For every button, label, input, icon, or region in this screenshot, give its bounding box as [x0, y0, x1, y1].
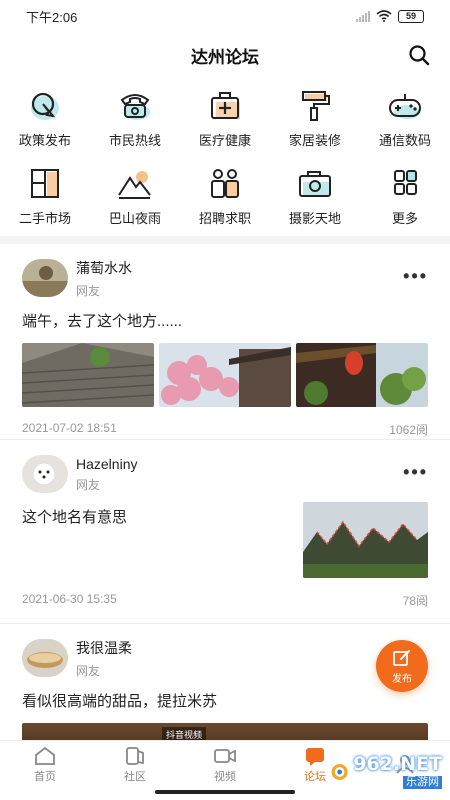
grid-icon — [385, 166, 425, 202]
tab-label: 社区 — [124, 770, 146, 783]
post-author-row: Hazelniny 网友 — [22, 440, 428, 500]
more-options-icon[interactable]: ••• — [403, 462, 428, 483]
category-policy[interactable]: 政策发布 — [0, 84, 90, 162]
post-views: 78阅 — [402, 594, 428, 608]
video-overlay-label: 抖音视频 — [162, 727, 207, 740]
post-author-row: 我很温柔 网友 — [22, 624, 428, 684]
category-label: 招聘求职 — [198, 211, 251, 226]
forum-icon — [306, 747, 324, 766]
author-meta: 我很温柔 网友 — [76, 638, 132, 679]
author-role: 网友 — [76, 663, 101, 678]
author-name[interactable]: Hazelniny — [76, 456, 137, 472]
video-icon — [214, 748, 236, 763]
post-card[interactable]: Hazelniny 网友 ••• 这个地名有意思 2021-06-30 15:3… — [0, 440, 450, 624]
avatar[interactable] — [22, 455, 68, 493]
battery-indicator: 59 — [398, 9, 424, 23]
post-text: 这个地名有意思 — [22, 509, 128, 526]
author-meta: Hazelniny 网友 — [76, 456, 137, 493]
category-label: 二手市场 — [18, 211, 71, 226]
author-role: 网友 — [76, 477, 101, 492]
status-time: 下午2:06 — [26, 9, 78, 25]
home-indicator — [155, 790, 295, 794]
tab-home[interactable]: 首页 — [0, 741, 90, 788]
category-label: 政策发布 — [18, 133, 71, 148]
mountain-icon — [115, 166, 155, 202]
publish-label: 发布 — [392, 673, 412, 685]
post-author-row: 蒲萄水水 网友 — [22, 244, 428, 304]
post-image[interactable] — [159, 343, 291, 407]
category-bashan-rain[interactable]: 巴山夜雨 — [90, 162, 180, 240]
medical-kit-icon — [205, 88, 245, 124]
tab-label: 视频 — [214, 770, 236, 783]
post-views: 1062阅 — [389, 423, 428, 437]
status-indicators: 59 — [356, 9, 424, 23]
category-decoration[interactable]: 家居装修 — [270, 84, 360, 162]
app-header: 达州论坛 — [0, 32, 450, 78]
tab-community[interactable]: 社区 — [90, 741, 180, 788]
policy-icon — [25, 88, 65, 124]
author-name[interactable]: 我很温柔 — [76, 638, 132, 658]
avatar[interactable] — [22, 639, 68, 677]
camera-icon — [295, 166, 335, 202]
post-images — [22, 343, 428, 407]
category-label: 摄影天地 — [288, 211, 341, 226]
signal-icon — [356, 10, 370, 22]
category-label: 更多 — [391, 211, 418, 226]
people-icon — [205, 166, 245, 202]
post-text: 看似很高端的甜品，提拉米苏 — [22, 693, 218, 710]
post-date: 2021-07-02 18:51 — [22, 421, 117, 435]
author-role: 网友 — [76, 283, 101, 298]
category-photography[interactable]: 摄影天地 — [270, 162, 360, 240]
category-label: 通信数码 — [378, 133, 431, 148]
publish-button[interactable]: 发布 — [376, 640, 428, 692]
category-digital[interactable]: 通信数码 — [360, 84, 450, 162]
watermark-domain: 962.NET — [353, 753, 442, 775]
watermark-logo-icon — [331, 763, 348, 781]
tab-label: 首页 — [34, 770, 56, 783]
post-image[interactable] — [296, 343, 428, 407]
watermark-brand: 乐游网 — [403, 776, 442, 789]
edit-icon — [393, 649, 410, 666]
post-image[interactable] — [22, 343, 154, 407]
more-options-icon[interactable]: ••• — [403, 266, 428, 287]
gamepad-icon — [385, 88, 425, 124]
watermark-text: 962.NET 乐游网 — [353, 755, 442, 789]
post-body: 这个地名有意思 — [22, 500, 428, 578]
tab-video[interactable]: 视频 — [180, 741, 270, 788]
post-video[interactable]: 抖音视频 — [22, 723, 428, 740]
search-icon[interactable] — [408, 44, 430, 66]
site-watermark: 962.NET 乐游网 — [330, 752, 442, 792]
paint-roller-icon — [295, 88, 335, 124]
avatar[interactable] — [22, 259, 68, 297]
category-more[interactable]: 更多 — [360, 162, 450, 240]
telephone-icon — [115, 88, 155, 124]
wifi-icon — [376, 10, 392, 22]
category-second-hand[interactable]: 二手市场 — [0, 162, 90, 240]
category-medical[interactable]: 医疗健康 — [180, 84, 270, 162]
category-grid: 政策发布 市民热线 医疗健康 家居装修 通信数码 二手市场 巴山夜雨 招聘求职 … — [0, 84, 450, 240]
community-icon — [126, 746, 144, 765]
category-label: 医疗健康 — [198, 133, 251, 148]
post-date: 2021-06-30 15:35 — [22, 592, 117, 606]
category-jobs[interactable]: 招聘求职 — [180, 162, 270, 240]
page-title: 达州论坛 — [191, 47, 259, 67]
tab-label: 论坛 — [304, 770, 326, 783]
category-label: 家居装修 — [288, 133, 341, 148]
author-name[interactable]: 蒲萄水水 — [76, 258, 132, 278]
door-icon — [25, 166, 65, 202]
status-bar: 下午2:06 59 — [0, 0, 450, 32]
post-card[interactable]: 蒲萄水水 网友 ••• 端午，去了这个地方...... 2021-07-02 1… — [0, 244, 450, 440]
category-hotline[interactable]: 市民热线 — [90, 84, 180, 162]
author-meta: 蒲萄水水 网友 — [76, 258, 132, 299]
post-image[interactable] — [303, 502, 428, 578]
post-footer: 2021-06-30 15:35 78阅 — [22, 578, 428, 621]
category-label: 市民热线 — [108, 133, 161, 148]
home-icon — [35, 746, 55, 765]
post-text: 端午，去了这个地方...... — [22, 313, 183, 330]
section-divider — [0, 236, 450, 244]
category-label: 巴山夜雨 — [108, 211, 161, 226]
